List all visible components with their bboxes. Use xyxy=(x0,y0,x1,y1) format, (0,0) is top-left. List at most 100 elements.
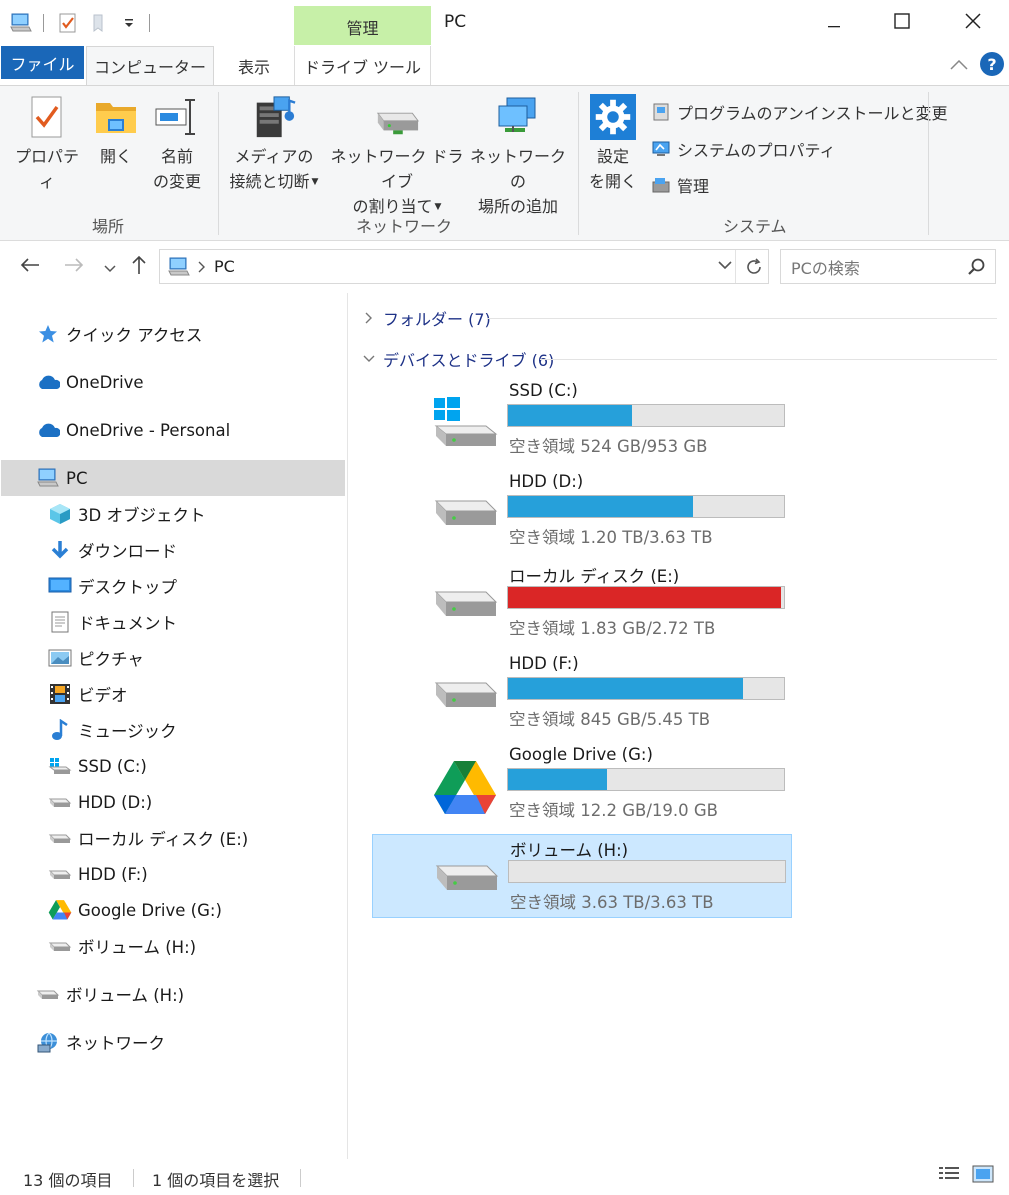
group-header-devices[interactable]: デバイスとドライブ (6) xyxy=(361,346,554,372)
drive-name: SSD (C:) xyxy=(509,381,578,400)
tab-drive-tools[interactable]: ドライブ ツール xyxy=(294,46,431,85)
nav-item-pc-child[interactable]: HDD (F:) xyxy=(48,856,148,892)
close-button[interactable] xyxy=(938,0,1008,45)
drive-icon xyxy=(429,666,501,728)
nav-item-pc-child[interactable]: ピクチャ xyxy=(48,640,144,676)
network-drive-icon xyxy=(374,94,420,140)
nav-label: ローカル ディスク (E:) xyxy=(78,830,249,849)
nav-item-pc[interactable]: PC xyxy=(36,460,87,496)
search-input[interactable]: PCの検索 xyxy=(780,249,996,284)
group-label: フォルダー (7) xyxy=(383,310,491,329)
forward-button[interactable] xyxy=(61,254,87,280)
selection-count: 1 個の項目を選択 xyxy=(152,1171,280,1190)
qat-separator xyxy=(43,14,44,32)
group-separator xyxy=(578,92,579,235)
nav-item-pc-child[interactable]: デスクトップ xyxy=(48,568,177,604)
tab-file[interactable]: ファイル xyxy=(1,46,84,79)
drive-tile[interactable]: Google Drive (G:) 空き領域 12.2 GB/19.0 GB xyxy=(429,743,791,827)
drive-tile[interactable]: ボリューム (H:) 空き領域 3.63 TB/3.63 TB xyxy=(372,834,792,918)
nav-label: HDD (F:) xyxy=(78,864,148,884)
nav-label: Google Drive (G:) xyxy=(78,900,222,920)
network-icon xyxy=(36,1030,60,1054)
rename-button[interactable]: 名前 の変更 xyxy=(146,94,208,194)
maximize-icon xyxy=(894,12,910,33)
manage-label: 管理 xyxy=(677,177,710,196)
drive-tile[interactable]: HDD (F:) 空き領域 845 GB/5.45 TB xyxy=(429,652,791,736)
nav-item-pc-child[interactable]: 3D オブジェクト xyxy=(48,496,205,532)
nav-label: ビデオ xyxy=(78,686,128,705)
media-connect-button[interactable]: メディアの 接続と切断 ▼ xyxy=(224,94,324,195)
media-label-line2: 接続と切断 xyxy=(229,172,310,191)
group-separator xyxy=(218,92,219,235)
maximize-button[interactable] xyxy=(867,0,937,45)
drive-free-space: 空き領域 1.83 GB/2.72 TB xyxy=(509,619,716,638)
open-settings-button[interactable]: 設定 を開く xyxy=(584,94,642,194)
refresh-icon[interactable] xyxy=(744,257,764,277)
tab-computer[interactable]: コンピューター xyxy=(86,46,214,85)
drive-tile[interactable]: SSD (C:) 空き領域 524 GB/953 GB xyxy=(429,379,791,463)
nav-item-pc-child[interactable]: HDD (D:) xyxy=(48,784,152,820)
add-network-location-button[interactable]: ネットワークの 場所の追加 xyxy=(470,94,566,219)
properties-icon xyxy=(24,94,70,140)
details-view-button[interactable] xyxy=(937,1165,961,1187)
nav-item-pc-child[interactable]: ビデオ xyxy=(48,676,128,712)
map-label-line1: ネットワーク ドライブ xyxy=(330,147,464,191)
details-view-icon xyxy=(938,1165,960,1187)
drive-tile[interactable]: ローカル ディスク (E:) 空き領域 1.83 GB/2.72 TB xyxy=(429,561,791,645)
customize-qat-icon[interactable] xyxy=(118,12,140,34)
nav-item-pc-child[interactable]: ダウンロード xyxy=(48,532,177,568)
help-button[interactable]: ? xyxy=(980,52,1004,76)
address-bar[interactable]: PC xyxy=(159,249,769,284)
nav-item-pc-child[interactable]: ドキュメント xyxy=(48,604,177,640)
nav-item-pc-child[interactable]: Google Drive (G:) xyxy=(48,892,222,928)
open-button[interactable]: 開く xyxy=(88,94,144,169)
system-properties-button[interactable]: システムのプロパティ xyxy=(650,136,836,162)
up-button[interactable] xyxy=(126,254,152,280)
ribbon-collapse-button[interactable] xyxy=(948,53,970,75)
drive-usage-fill xyxy=(508,678,743,699)
qat-separator xyxy=(149,14,150,32)
group-header-folders[interactable]: フォルダー (7) xyxy=(361,305,491,331)
google-drive-icon xyxy=(48,898,72,922)
large-icons-view-button[interactable] xyxy=(971,1165,995,1187)
uninstall-program-button[interactable]: プログラムのアンインストールと変更 xyxy=(650,99,948,125)
nav-item-pc-child[interactable]: SSD (C:) xyxy=(48,748,147,784)
address-dropdown-icon[interactable] xyxy=(718,261,732,271)
search-icon[interactable] xyxy=(967,257,987,277)
nav-item-volume-h-root[interactable]: ボリューム (H:) xyxy=(36,976,184,1012)
nav-item-pc-child[interactable]: ボリューム (H:) xyxy=(48,928,196,964)
nav-label: ダウンロード xyxy=(78,542,177,561)
nav-item-onedrive[interactable]: OneDrive xyxy=(36,364,144,400)
drive-free-space: 空き領域 524 GB/953 GB xyxy=(509,437,708,456)
google-drive-icon xyxy=(429,757,501,819)
open-folder-icon xyxy=(93,94,139,140)
properties-button[interactable]: プロパティ xyxy=(8,94,86,194)
nav-item-pc-child[interactable]: ローカル ディスク (E:) xyxy=(48,820,248,856)
breadcrumb-separator-icon[interactable] xyxy=(198,261,206,273)
properties-icon[interactable] xyxy=(57,12,79,34)
drive-tile[interactable]: HDD (D:) 空き領域 1.20 TB/3.63 TB xyxy=(429,470,791,554)
onedrive-cloud-icon xyxy=(36,370,60,394)
drive-icon xyxy=(48,826,72,850)
nav-item-onedrive-personal[interactable]: OneDrive - Personal xyxy=(36,412,230,448)
windows-drive-icon xyxy=(429,393,501,455)
tab-view[interactable]: 表示 xyxy=(214,46,294,85)
settings-label-line2: を開く xyxy=(588,172,637,191)
back-button[interactable] xyxy=(17,254,43,280)
title-bar: 管理 PC xyxy=(0,0,1009,45)
new-folder-icon[interactable] xyxy=(89,12,111,34)
nav-item-network[interactable]: ネットワーク xyxy=(36,1024,165,1060)
breadcrumb-pc[interactable]: PC xyxy=(214,257,235,276)
recent-locations-button[interactable] xyxy=(97,254,123,280)
nav-item-pc-child[interactable]: ミュージック xyxy=(48,712,177,748)
nav-label: OneDrive - Personal xyxy=(66,420,231,440)
nav-item-quick-access[interactable]: クイック アクセス xyxy=(36,316,202,352)
minimize-button[interactable] xyxy=(799,0,869,45)
system-properties-icon xyxy=(650,138,672,160)
manage-button[interactable]: 管理 xyxy=(650,172,709,198)
map-network-drive-button[interactable]: ネットワーク ドライブ の割り当て ▼ xyxy=(326,94,468,220)
chevron-down-icon xyxy=(361,355,377,363)
large-icons-view-icon xyxy=(972,1165,994,1187)
pc-icon[interactable] xyxy=(10,12,32,34)
window-title: PC xyxy=(444,12,467,32)
